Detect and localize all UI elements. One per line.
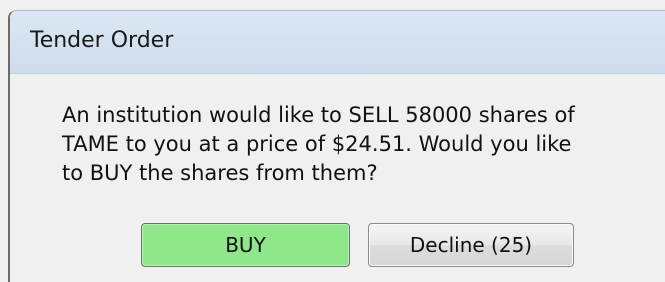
decline-button[interactable]: Decline (25) — [368, 223, 574, 267]
message-line: An institution would like to SELL 58000 … — [62, 103, 575, 127]
message-line: TAME to you at a price of $24.51. Would … — [62, 132, 572, 156]
dialog-message: An institution would like to SELL 58000 … — [62, 101, 662, 188]
tender-order-dialog: Tender Order An institution would like t… — [8, 10, 665, 282]
message-line: to BUY the shares from them? — [62, 161, 378, 185]
dialog-titlebar[interactable]: Tender Order — [10, 11, 665, 74]
decline-button-label: Decline (25) — [409, 233, 533, 257]
buy-button[interactable]: BUY — [141, 223, 350, 267]
buy-button-label: BUY — [225, 233, 266, 257]
dialog-title: Tender Order — [30, 28, 174, 53]
